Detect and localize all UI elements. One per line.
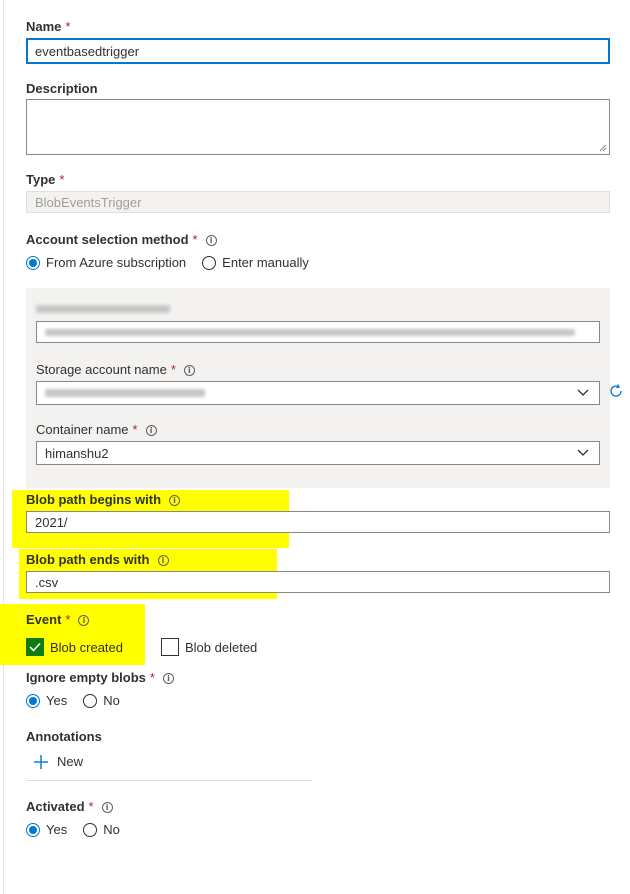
type-placeholder: BlobEventsTrigger — [35, 194, 142, 210]
info-icon[interactable]: i — [183, 365, 195, 376]
description-label: Description — [26, 81, 98, 96]
storage-account-label: Storage account name * i — [36, 362, 195, 377]
checkbox-empty-icon — [161, 638, 179, 656]
ignore-empty-label: Ignore empty blobs * i — [26, 670, 174, 685]
event-label-text: Event — [26, 612, 62, 627]
ignore-empty-radio-group: Yes No — [26, 693, 120, 708]
chevron-down-icon — [577, 449, 589, 456]
blob-ends-value: .csv — [35, 574, 59, 590]
type-label: Type * — [26, 172, 64, 187]
blob-ends-label: Blob path ends with i — [26, 552, 169, 567]
info-icon[interactable]: i — [145, 425, 157, 436]
new-annotation-label: New — [57, 754, 84, 769]
description-textarea[interactable] — [26, 99, 610, 155]
left-edge-divider — [3, 0, 4, 894]
resize-grip-icon[interactable] — [599, 144, 607, 152]
event-checkbox-group: Blob created Blob deleted — [26, 638, 257, 656]
checkbox-blob-deleted[interactable]: Blob deleted — [161, 638, 257, 656]
radio-selected-icon — [26, 255, 40, 270]
radio-option-label: Enter manually — [222, 255, 309, 270]
radio-option-label: No — [103, 693, 120, 708]
ignore-empty-label-text: Ignore empty blobs — [26, 670, 146, 685]
radio-ignore-yes[interactable]: Yes — [26, 693, 67, 708]
refresh-icon[interactable] — [608, 383, 624, 399]
required-mark: * — [192, 232, 198, 247]
info-icon[interactable]: i — [157, 555, 169, 566]
container-name-label-text: Container name — [36, 422, 129, 437]
account-selection-label: Account selection method * i — [26, 232, 217, 247]
activated-label: Activated * i — [26, 799, 113, 814]
plus-icon — [34, 754, 48, 769]
radio-option-label: No — [103, 822, 120, 837]
blob-begins-label-text: Blob path begins with — [26, 492, 162, 507]
subscription-select[interactable] — [36, 321, 600, 343]
blob-begins-value: 2021/ — [35, 514, 68, 530]
radio-unselected-icon — [202, 255, 217, 270]
new-annotation-button[interactable]: New — [34, 754, 83, 769]
required-mark: * — [59, 172, 65, 187]
radio-unselected-icon — [83, 822, 98, 837]
blurred-subscription-label — [36, 305, 170, 313]
name-label: Name * — [26, 19, 70, 34]
container-name-value: himanshu2 — [45, 445, 109, 461]
activated-label-text: Activated — [26, 799, 85, 814]
annotations-label: Annotations — [26, 729, 102, 744]
radio-ignore-no[interactable]: No — [83, 693, 120, 708]
required-mark: * — [132, 422, 138, 437]
required-mark: * — [88, 799, 94, 814]
account-selection-label-text: Account selection method — [26, 232, 189, 247]
radio-activated-yes[interactable]: Yes — [26, 822, 67, 837]
name-label-text: Name — [26, 19, 62, 34]
description-label-text: Description — [26, 81, 98, 96]
required-mark: * — [65, 612, 71, 627]
radio-option-label: Yes — [46, 693, 68, 708]
event-label: Event * i — [26, 612, 90, 627]
blob-ends-input[interactable]: .csv — [26, 571, 610, 593]
type-input: BlobEventsTrigger — [26, 191, 610, 213]
info-icon[interactable]: i — [101, 802, 113, 813]
blurred-subscription-value — [45, 328, 575, 336]
required-mark: * — [65, 19, 71, 34]
chevron-down-icon — [577, 389, 589, 396]
radio-from-azure-subscription[interactable]: From Azure subscription — [26, 255, 186, 270]
required-mark: * — [170, 362, 176, 377]
storage-account-label-text: Storage account name — [36, 362, 167, 377]
radio-enter-manually[interactable]: Enter manually — [202, 255, 309, 270]
required-mark: * — [149, 670, 155, 685]
checkmark-icon — [26, 638, 44, 656]
info-icon[interactable]: i — [78, 615, 90, 626]
container-name-label: Container name * i — [36, 422, 157, 437]
radio-unselected-icon — [83, 693, 98, 708]
name-input[interactable]: eventbasedtrigger — [26, 38, 610, 64]
blob-begins-input[interactable]: 2021/ — [26, 511, 610, 533]
radio-option-label: Yes — [46, 822, 68, 837]
radio-activated-no[interactable]: No — [83, 822, 120, 837]
checkbox-blob-created[interactable]: Blob created — [26, 638, 123, 656]
activated-radio-group: Yes No — [26, 822, 120, 837]
info-icon[interactable]: i — [205, 235, 217, 246]
radio-selected-icon — [26, 822, 40, 837]
type-label-text: Type — [26, 172, 56, 187]
storage-account-select[interactable] — [36, 381, 600, 405]
info-icon[interactable]: i — [162, 673, 174, 684]
radio-selected-icon — [26, 693, 40, 708]
account-selection-radio-group: From Azure subscription Enter manually — [26, 255, 309, 270]
annotations-divider — [26, 780, 312, 781]
checkbox-label: Blob deleted — [185, 639, 258, 655]
name-input-value: eventbasedtrigger — [35, 43, 140, 59]
checkbox-label: Blob created — [50, 639, 123, 655]
blob-begins-label: Blob path begins with i — [26, 492, 181, 507]
radio-option-label: From Azure subscription — [46, 255, 187, 270]
blob-ends-label-text: Blob path ends with — [26, 552, 150, 567]
container-name-select[interactable]: himanshu2 — [36, 441, 600, 465]
annotations-label-text: Annotations — [26, 729, 102, 744]
blurred-storage-account-value — [45, 389, 205, 397]
info-icon[interactable]: i — [169, 495, 181, 506]
